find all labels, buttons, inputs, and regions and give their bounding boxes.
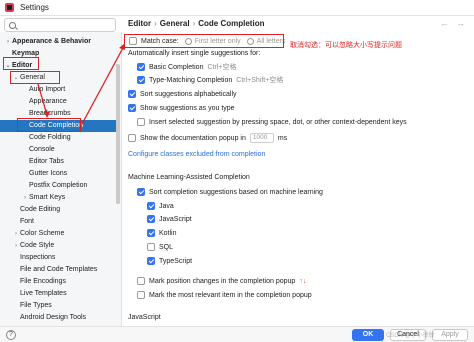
window-title: Settings bbox=[20, 3, 49, 12]
mark-position-checkbox[interactable] bbox=[137, 277, 145, 285]
match-case-highlight bbox=[124, 34, 284, 48]
chevron-right-icon: › bbox=[15, 243, 17, 249]
sidebar-item-android-design-tools[interactable]: Android Design Tools bbox=[0, 312, 118, 324]
sidebar-item-postfix-completion[interactable]: Postfix Completion bbox=[0, 180, 118, 192]
breadcrumb: Editor › General › Code Completion bbox=[128, 19, 264, 28]
sidebar-item-live-templates[interactable]: Live Templates bbox=[0, 288, 118, 300]
sidebar-item-color-scheme[interactable]: › Color Scheme bbox=[0, 228, 118, 240]
sort-alpha-row: Sort suggestions alphabetically bbox=[128, 89, 237, 99]
show-as-type-label: Show suggestions as you type bbox=[140, 104, 235, 112]
search-icon bbox=[9, 21, 16, 29]
app-icon bbox=[5, 3, 14, 12]
forward-arrow-icon[interactable]: → bbox=[456, 18, 465, 28]
code-completion-panel: Match case: First letter only All letter… bbox=[123, 32, 474, 326]
ml-section-header: Machine Learning-Assisted Completion bbox=[128, 174, 250, 181]
doc-popup-checkbox[interactable] bbox=[128, 134, 136, 142]
general-highlight bbox=[10, 71, 60, 84]
sql-checkbox[interactable] bbox=[147, 243, 155, 251]
sidebar-item-gutter-icons[interactable]: Gutter Icons bbox=[0, 168, 118, 180]
breadcrumb-code-completion: Code Completion bbox=[198, 19, 265, 28]
sidebar-item-smart-keys[interactable]: › Smart Keys bbox=[0, 192, 118, 204]
search-input[interactable] bbox=[20, 21, 110, 29]
sidebar-item-file-types[interactable]: File Types bbox=[0, 300, 118, 312]
ml-sort-label: Sort completion suggestions based on mac… bbox=[149, 188, 323, 196]
annotation-note: 取消勾选：可以忽略大小写提示问题 bbox=[290, 42, 402, 49]
typescript-label: TypeScript bbox=[159, 257, 193, 265]
sort-alpha-label: Sort suggestions alphabetically bbox=[140, 90, 237, 98]
sidebar-item-file-encodings[interactable]: File Encodings bbox=[0, 276, 118, 288]
show-as-type-row: Show suggestions as you type bbox=[128, 103, 235, 113]
ml-sort-row: Sort completion suggestions based on mac… bbox=[137, 187, 323, 197]
basic-completion-row: Basic Completion Ctrl+空格 bbox=[137, 62, 236, 72]
java-label: Java bbox=[159, 202, 174, 210]
sidebar-item-appearance-behavior[interactable]: › Appearance & Behavior bbox=[0, 36, 118, 48]
mark-relevant-row: Mark the most relevant item in the compl… bbox=[137, 290, 312, 300]
mark-relevant-checkbox[interactable] bbox=[137, 291, 145, 299]
back-arrow-icon[interactable]: ← bbox=[440, 18, 449, 28]
java-checkbox[interactable] bbox=[147, 202, 155, 210]
lang-typescript-row: TypeScript bbox=[147, 256, 192, 266]
lang-javascript-row: JavaScript bbox=[147, 214, 192, 224]
type-matching-row: Type-Matching Completion Ctrl+Shift+空格 bbox=[137, 75, 283, 85]
settings-search[interactable] bbox=[4, 18, 116, 32]
sidebar-item-code-editing[interactable]: Code Editing bbox=[0, 204, 118, 216]
typescript-checkbox[interactable] bbox=[147, 257, 155, 265]
doc-popup-unit: ms bbox=[277, 134, 288, 142]
mark-position-row: Mark position changes in the completion … bbox=[137, 276, 306, 286]
sidebar-item-code-style[interactable]: › Code Style bbox=[0, 240, 118, 252]
sort-arrows-icon: ↑↓ bbox=[299, 277, 307, 285]
doc-popup-row: Show the documentation popup in 1000 ms bbox=[128, 133, 287, 143]
sidebar-item-file-code-templates[interactable]: File and Code Templates bbox=[0, 264, 118, 276]
sql-label: SQL bbox=[159, 243, 174, 251]
type-matching-shortcut: Ctrl+Shift+空格 bbox=[236, 77, 284, 84]
kotlin-checkbox[interactable] bbox=[147, 229, 155, 237]
breadcrumb-separator: › bbox=[192, 19, 196, 28]
insert-selected-label: Insert selected suggestion by pressing s… bbox=[149, 118, 407, 126]
basic-completion-checkbox[interactable] bbox=[137, 63, 145, 71]
mark-position-label: Mark position changes in the completion … bbox=[149, 277, 296, 285]
sidebar-item-code-folding[interactable]: Code Folding bbox=[0, 132, 118, 144]
lang-sql-row: SQL bbox=[147, 242, 173, 252]
auto-insert-header: Automatically insert single suggestions … bbox=[128, 50, 261, 57]
ok-button[interactable]: OK bbox=[352, 329, 384, 341]
chevron-right-icon: › bbox=[7, 39, 9, 45]
apply-button[interactable]: Apply bbox=[432, 329, 468, 341]
sidebar-item-auto-import[interactable]: Auto Import bbox=[0, 84, 118, 96]
watermark: CSDN @小小徐徐 bbox=[386, 333, 435, 339]
sidebar-item-editor-tabs[interactable]: Editor Tabs bbox=[0, 156, 118, 168]
help-icon[interactable]: ? bbox=[6, 330, 16, 340]
code-completion-highlight bbox=[17, 118, 81, 132]
ml-sort-checkbox[interactable] bbox=[137, 188, 145, 196]
chevron-right-icon: › bbox=[15, 231, 17, 237]
chevron-right-icon: › bbox=[24, 195, 26, 201]
type-matching-label: Type-Matching Completion bbox=[149, 76, 233, 84]
doc-popup-delay-input[interactable]: 1000 bbox=[249, 133, 274, 143]
sidebar-scrollbar[interactable] bbox=[116, 64, 120, 204]
title-bar: Settings bbox=[0, 0, 474, 16]
sidebar-item-font[interactable]: Font bbox=[0, 216, 118, 228]
javascript-section-header: JavaScript bbox=[128, 314, 161, 321]
breadcrumb-separator: › bbox=[154, 19, 157, 28]
breadcrumb-editor[interactable]: Editor bbox=[128, 19, 151, 28]
basic-completion-label: Basic Completion bbox=[149, 63, 204, 71]
sidebar-item-appearance[interactable]: Appearance bbox=[0, 96, 118, 108]
javascript-checkbox[interactable] bbox=[147, 215, 155, 223]
insert-selected-checkbox[interactable] bbox=[137, 118, 145, 126]
mark-relevant-label: Mark the most relevant item in the compl… bbox=[149, 291, 312, 299]
kotlin-label: Kotlin bbox=[159, 229, 177, 237]
breadcrumb-general[interactable]: General bbox=[160, 19, 190, 28]
configure-excluded-link[interactable]: Configure classes excluded from completi… bbox=[128, 151, 265, 158]
editor-highlight bbox=[3, 57, 39, 70]
show-as-type-checkbox[interactable] bbox=[128, 104, 136, 112]
javascript-label: JavaScript bbox=[159, 215, 192, 223]
sidebar-item-console[interactable]: Console bbox=[0, 144, 118, 156]
lang-kotlin-row: Kotlin bbox=[147, 228, 177, 238]
sidebar-item-inspections[interactable]: Inspections bbox=[0, 252, 118, 264]
basic-completion-shortcut: Ctrl+空格 bbox=[207, 64, 237, 71]
lang-java-row: Java bbox=[147, 201, 174, 211]
insert-selected-row: Insert selected suggestion by pressing s… bbox=[137, 117, 407, 127]
doc-popup-label: Show the documentation popup in bbox=[140, 134, 246, 142]
type-matching-checkbox[interactable] bbox=[137, 76, 145, 84]
sort-alpha-checkbox[interactable] bbox=[128, 90, 136, 98]
